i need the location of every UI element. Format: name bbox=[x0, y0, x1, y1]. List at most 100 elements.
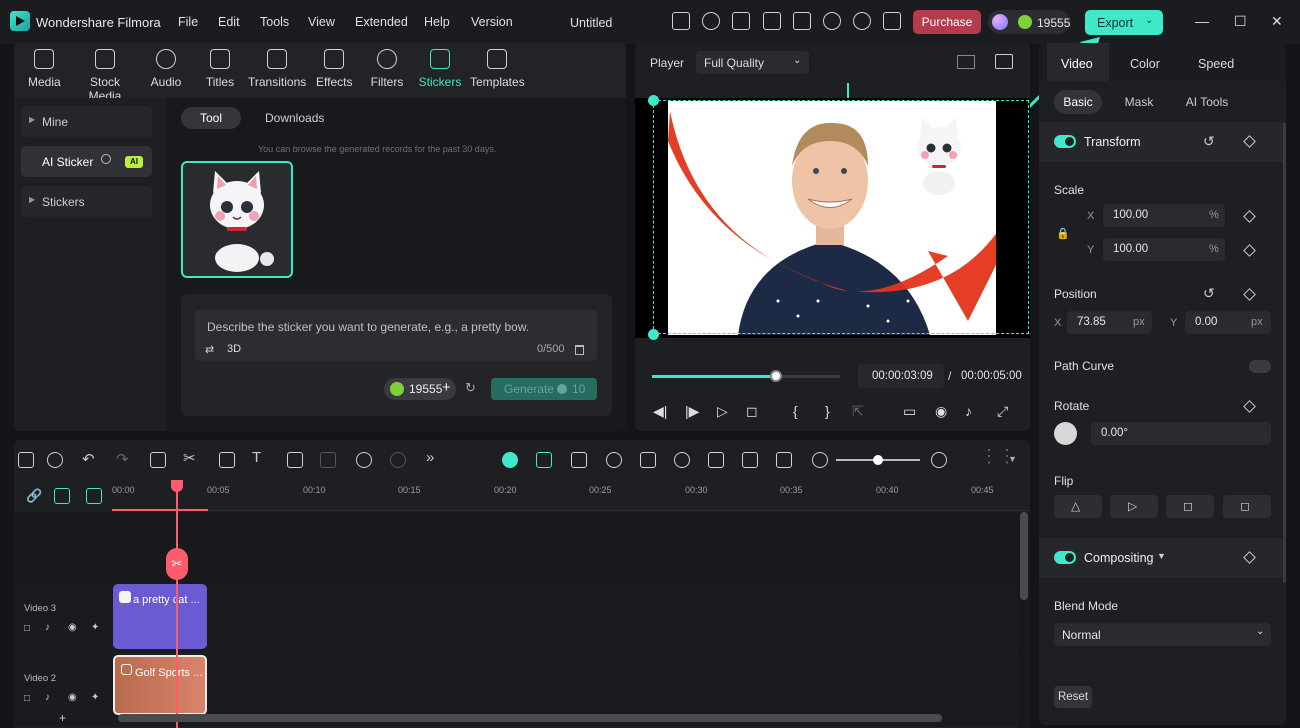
gift-icon[interactable] bbox=[672, 12, 690, 30]
menu-extended[interactable]: Extended bbox=[355, 15, 408, 29]
tab-tool[interactable]: Tool bbox=[181, 107, 241, 129]
auto-reframe-icon[interactable] bbox=[571, 452, 587, 468]
selection-box[interactable] bbox=[653, 100, 1029, 334]
tab-media[interactable]: Media bbox=[28, 49, 61, 89]
audio-mix-icon[interactable] bbox=[708, 452, 724, 468]
resize-handle[interactable] bbox=[648, 95, 659, 106]
position-y-field[interactable]: 0.00 px bbox=[1185, 311, 1271, 334]
flip-vertical-button[interactable]: ▷ bbox=[1110, 495, 1158, 518]
export-button[interactable]: Export ⌄ bbox=[1085, 10, 1163, 35]
zoom-out-icon[interactable] bbox=[812, 452, 828, 468]
close-icon[interactable]: ✕ bbox=[1271, 13, 1283, 30]
tab-audio[interactable]: Audio bbox=[148, 49, 184, 89]
color-icon[interactable] bbox=[390, 452, 406, 468]
keyframe-icon[interactable] bbox=[1243, 551, 1256, 564]
style-selector[interactable]: 3D bbox=[227, 343, 241, 355]
speed-icon[interactable] bbox=[356, 452, 372, 468]
path-curve-toggle[interactable] bbox=[1249, 360, 1271, 373]
generated-sticker-thumbnail[interactable] bbox=[181, 161, 293, 278]
stop-icon[interactable]: ◻ bbox=[746, 403, 758, 420]
scissors-icon[interactable]: ✂ bbox=[183, 449, 196, 467]
zoom-slider-knob[interactable] bbox=[873, 455, 883, 465]
fit-icon[interactable] bbox=[776, 452, 792, 468]
layout-icon[interactable] bbox=[18, 452, 34, 468]
menu-help[interactable]: Help bbox=[424, 15, 450, 29]
reset-icon[interactable]: ↺ bbox=[1203, 285, 1215, 302]
grid-icon[interactable] bbox=[883, 12, 901, 30]
timeline-horizontal-scrollbar[interactable] bbox=[118, 714, 942, 722]
rotate-field[interactable]: 0.00° bbox=[1091, 422, 1271, 445]
tab-templates[interactable]: Templates bbox=[470, 49, 525, 89]
keyframe-icon[interactable] bbox=[1243, 400, 1256, 413]
trash-icon[interactable] bbox=[575, 345, 584, 355]
sidebar-item-mine[interactable]: ▶ Mine bbox=[21, 106, 152, 137]
credits-badge[interactable]: 19555 bbox=[988, 10, 1070, 34]
headset-icon[interactable] bbox=[853, 12, 871, 30]
volume-icon[interactable]: ♪ bbox=[45, 622, 50, 633]
snap-icon[interactable] bbox=[536, 452, 552, 468]
tab-stock-media[interactable]: Stock Media bbox=[72, 49, 138, 103]
chevron-down-icon[interactable]: ▼ bbox=[1008, 454, 1017, 464]
marker-icon[interactable]: ⇱ bbox=[852, 403, 864, 420]
reset-icon[interactable]: ↺ bbox=[1203, 133, 1215, 150]
folder-icon[interactable]: □ bbox=[24, 693, 30, 704]
magic-icon[interactable]: ✦ bbox=[91, 692, 99, 703]
menu-view[interactable]: View bbox=[308, 15, 335, 29]
fullscreen-icon[interactable]: ⤢ bbox=[997, 403, 1008, 420]
shield-icon[interactable] bbox=[640, 452, 656, 468]
save-icon[interactable] bbox=[793, 12, 811, 30]
panel-scrollbar[interactable] bbox=[1283, 123, 1286, 583]
lock-icon[interactable]: 🔒 bbox=[1056, 227, 1070, 240]
eye-icon[interactable]: ◉ bbox=[68, 622, 77, 633]
tab-video[interactable]: Video bbox=[1061, 57, 1093, 71]
avatar[interactable] bbox=[992, 14, 1008, 30]
scale-y-field[interactable]: 100.00 % bbox=[1103, 238, 1225, 261]
generate-button[interactable]: Generate 10 bbox=[491, 378, 597, 400]
purchase-button[interactable]: Purchase bbox=[913, 10, 981, 34]
next-frame-icon[interactable]: |▶ bbox=[685, 403, 699, 420]
rotate-left-button[interactable]: ◻ bbox=[1223, 495, 1271, 518]
subtab-ai-tools[interactable]: AI Tools bbox=[1179, 90, 1235, 114]
rotate-right-button[interactable]: ◻ bbox=[1166, 495, 1214, 518]
add-track-plus-icon[interactable]: + bbox=[59, 711, 66, 725]
redo-icon[interactable]: ↷ bbox=[116, 450, 129, 468]
text-tool-icon[interactable]: T bbox=[252, 449, 261, 466]
playhead-handle[interactable] bbox=[171, 480, 183, 492]
render-icon[interactable] bbox=[606, 452, 622, 468]
undo-icon[interactable]: ↶ bbox=[82, 450, 95, 468]
grid-view-icon[interactable] bbox=[957, 55, 975, 69]
subtab-basic[interactable]: Basic bbox=[1054, 90, 1102, 114]
reset-button[interactable]: Reset bbox=[1054, 686, 1092, 708]
folder-icon[interactable]: □ bbox=[24, 623, 30, 634]
maximize-icon[interactable]: ☐ bbox=[1234, 13, 1247, 30]
keyframe-icon[interactable] bbox=[1243, 135, 1256, 148]
sticker-prompt-input[interactable]: Describe the sticker you want to generat… bbox=[195, 310, 597, 361]
rotate-dial[interactable] bbox=[1054, 422, 1077, 445]
microphone-icon[interactable] bbox=[674, 452, 690, 468]
eye-icon[interactable]: ◉ bbox=[68, 692, 77, 703]
magic-icon[interactable]: ✦ bbox=[91, 622, 99, 633]
camera-icon[interactable]: ◉ bbox=[935, 403, 947, 420]
scrubber-knob[interactable] bbox=[770, 370, 783, 382]
snapshot-image-icon[interactable] bbox=[995, 54, 1013, 69]
compositing-section-header[interactable]: Compositing ▼ bbox=[1039, 538, 1286, 578]
split-button[interactable]: ✂ bbox=[166, 548, 188, 580]
plus-icon[interactable]: + bbox=[442, 379, 451, 396]
resize-handle[interactable] bbox=[648, 329, 659, 340]
display-icon[interactable]: ▭ bbox=[903, 403, 916, 420]
menu-file[interactable]: File bbox=[178, 15, 198, 29]
tab-effects[interactable]: Effects bbox=[316, 49, 352, 89]
tab-downloads[interactable]: Downloads bbox=[265, 111, 324, 125]
delete-icon[interactable] bbox=[150, 452, 166, 468]
subtab-mask[interactable]: Mask bbox=[1119, 90, 1159, 114]
scale-x-field[interactable]: 100.00 % bbox=[1103, 204, 1225, 227]
chevron-down-icon[interactable]: ⌄ bbox=[1145, 15, 1153, 26]
mark-out-icon[interactable]: } bbox=[825, 403, 830, 419]
refresh-icon[interactable]: ↻ bbox=[465, 380, 476, 396]
timeline-ruler[interactable]: 00:00 00:05 00:10 00:15 00:20 00:25 00:3… bbox=[112, 480, 1030, 511]
tab-titles[interactable]: Titles bbox=[202, 49, 238, 89]
tab-color[interactable]: Color bbox=[1130, 57, 1160, 71]
keyframe-icon[interactable] bbox=[1243, 210, 1256, 223]
playback-scrubber[interactable] bbox=[652, 370, 840, 382]
play-icon[interactable]: ▷ bbox=[717, 403, 728, 420]
